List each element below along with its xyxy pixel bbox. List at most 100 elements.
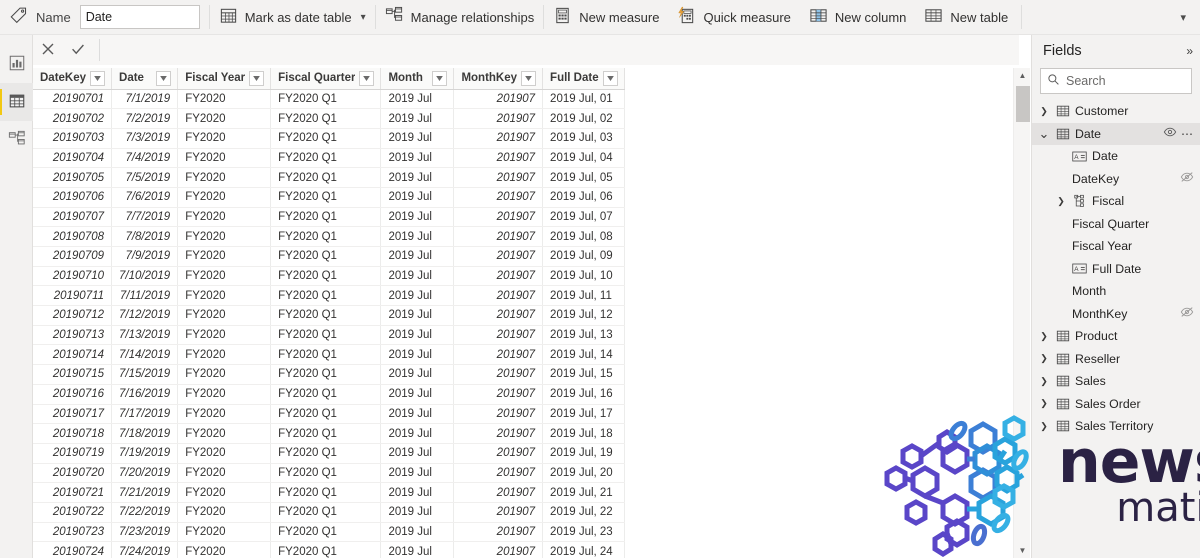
table-cell[interactable]: 201907	[453, 246, 544, 267]
grid-vertical-scrollbar[interactable]: ▲ ▼	[1013, 68, 1030, 558]
table-cell[interactable]: FY2020 Q1	[270, 443, 382, 464]
table-cell[interactable]: 201907	[453, 226, 544, 247]
table-cell[interactable]: 2019 Jul, 17	[542, 404, 625, 425]
table-cell[interactable]: FY2020	[177, 463, 272, 484]
table-cell[interactable]: 20190702	[33, 108, 113, 129]
field-item-date-datekey[interactable]: DateKey	[1032, 168, 1200, 191]
table-cell[interactable]: FY2020	[177, 89, 272, 110]
table-cell[interactable]: 201907	[453, 404, 544, 425]
table-cell[interactable]: 7/6/2019	[111, 187, 179, 208]
table-cell[interactable]: 2019 Jul	[380, 128, 455, 149]
table-cell[interactable]: FY2020	[177, 246, 272, 267]
table-cell[interactable]: 20190711	[33, 285, 113, 307]
table-cell[interactable]: 20190722	[33, 502, 113, 523]
chevron-down-icon[interactable]: ⌄	[1038, 126, 1050, 142]
table-cell[interactable]: FY2020	[177, 502, 272, 523]
table-cell[interactable]: 20190713	[33, 325, 113, 346]
table-cell[interactable]: 2019 Jul, 09	[542, 246, 625, 267]
table-cell[interactable]: 201907	[453, 541, 544, 558]
table-cell[interactable]: FY2020	[177, 482, 272, 503]
table-cell[interactable]: 20190721	[33, 482, 113, 503]
table-cell[interactable]: 2019 Jul, 04	[542, 148, 625, 169]
field-item-date-monthkey[interactable]: MonthKey	[1032, 303, 1200, 326]
table-cell[interactable]: 20190703	[33, 128, 113, 149]
table-row[interactable]: 20190708 7/8/2019 FY2020 FY2020 Q1 2019 Jul 2…	[33, 226, 625, 247]
table-cell[interactable]: 2019 Jul, 08	[542, 226, 625, 247]
table-cell[interactable]: 2019 Jul	[380, 148, 455, 169]
table-cell[interactable]: FY2020 Q1	[270, 482, 382, 503]
table-cell[interactable]: 2019 Jul	[380, 384, 455, 405]
table-cell[interactable]: 2019 Jul, 23	[542, 522, 625, 543]
field-item-date-fiscal[interactable]: ❯ Fiscal	[1032, 190, 1200, 213]
table-cell[interactable]: FY2020 Q1	[270, 384, 382, 405]
table-row[interactable]: 20190719 7/19/2019 FY2020 FY2020 Q1 2019 Jul…	[33, 443, 625, 464]
model-view-button[interactable]	[0, 121, 33, 159]
dropdown-filter-icon[interactable]	[432, 70, 448, 86]
table-cell[interactable]: 7/24/2019	[111, 541, 179, 558]
table-cell[interactable]: FY2020	[177, 364, 272, 385]
table-cell[interactable]: FY2020	[177, 305, 272, 326]
table-cell[interactable]: 7/9/2019	[111, 246, 179, 267]
table-cell[interactable]: 7/13/2019	[111, 325, 179, 346]
ribbon-expand-button[interactable]: ▾	[1174, 0, 1192, 35]
table-row[interactable]: 20190714 7/14/2019 FY2020 FY2020 Q1 2019 Jul…	[33, 344, 625, 366]
table-cell[interactable]: 201907	[453, 463, 544, 484]
table-cell[interactable]: 201907	[453, 443, 544, 464]
table-row[interactable]: 20190713 7/13/2019 FY2020 FY2020 Q1 2019 Jul…	[33, 325, 625, 346]
manage-relationships-button[interactable]: Manage relationships	[376, 3, 544, 31]
table-cell[interactable]: 2019 Jul	[380, 522, 455, 543]
table-cell[interactable]: 2019 Jul	[380, 364, 455, 385]
table-cell[interactable]: 20190716	[33, 384, 113, 405]
column-header-monthkey[interactable]: MonthKey	[453, 68, 544, 90]
table-cell[interactable]: 20190705	[33, 167, 113, 188]
table-cell[interactable]: 7/22/2019	[111, 502, 179, 523]
table-row[interactable]: 20190720 7/20/2019 FY2020 FY2020 Q1 2019 Jul…	[33, 463, 625, 484]
table-row[interactable]: 20190701 7/1/2019 FY2020 FY2020 Q1 2019 Jul 2…	[33, 89, 625, 110]
field-item-date-fq[interactable]: Fiscal Quarter	[1032, 213, 1200, 236]
table-cell[interactable]: 7/5/2019	[111, 167, 179, 188]
table-cell[interactable]: 20190723	[33, 522, 113, 543]
table-cell[interactable]: 7/23/2019	[111, 522, 179, 543]
table-cell[interactable]: FY2020 Q1	[270, 502, 382, 523]
table-row[interactable]: 20190704 7/4/2019 FY2020 FY2020 Q1 2019 Jul 2…	[33, 148, 625, 169]
field-item-customer[interactable]: ❯ Customer	[1032, 100, 1200, 123]
table-cell[interactable]: 2019 Jul, 18	[542, 423, 625, 444]
table-cell[interactable]: 2019 Jul	[380, 108, 455, 129]
table-cell[interactable]: 2019 Jul, 12	[542, 305, 625, 326]
table-cell[interactable]: 201907	[453, 187, 544, 208]
table-cell[interactable]: 2019 Jul, 16	[542, 384, 625, 405]
table-cell[interactable]: FY2020 Q1	[270, 463, 382, 484]
table-row[interactable]: 20190715 7/15/2019 FY2020 FY2020 Q1 2019 Jul…	[33, 364, 625, 385]
table-row[interactable]: 20190718 7/18/2019 FY2020 FY2020 Q1 2019 Jul…	[33, 423, 625, 444]
table-row[interactable]: 20190711 7/11/2019 FY2020 FY2020 Q1 2019 Jul…	[33, 285, 625, 307]
table-cell[interactable]: 20190707	[33, 207, 113, 228]
table-cell[interactable]: 201907	[453, 167, 544, 188]
table-cell[interactable]: 2019 Jul	[380, 226, 455, 247]
dropdown-filter-icon[interactable]	[602, 70, 618, 86]
table-cell[interactable]: 2019 Jul	[380, 285, 455, 307]
double-chevron-right-icon[interactable]: »	[1186, 44, 1193, 58]
chevron-right-icon[interactable]: ❯	[1055, 196, 1067, 207]
chevron-right-icon[interactable]: ❯	[1038, 376, 1050, 387]
table-cell[interactable]: FY2020 Q1	[270, 404, 382, 425]
table-cell[interactable]: 7/19/2019	[111, 443, 179, 464]
table-cell[interactable]: 2019 Jul, 19	[542, 443, 625, 464]
table-cell[interactable]: FY2020	[177, 207, 272, 228]
mark-as-date-table-button[interactable]: Mark as date table ▾	[210, 3, 375, 31]
hidden-eye-icon[interactable]	[1180, 306, 1194, 321]
fields-search-box[interactable]	[1040, 68, 1192, 94]
table-cell[interactable]: 201907	[453, 364, 544, 385]
table-row[interactable]: 20190712 7/12/2019 FY2020 FY2020 Q1 2019 Jul…	[33, 305, 625, 326]
table-row[interactable]: 20190724 7/24/2019 FY2020 FY2020 Q1 2019 Jul…	[33, 541, 625, 558]
table-cell[interactable]: 7/17/2019	[111, 404, 179, 425]
table-cell[interactable]: FY2020 Q1	[270, 344, 382, 366]
table-cell[interactable]: FY2020 Q1	[270, 266, 382, 287]
table-cell[interactable]: FY2020	[177, 108, 272, 129]
table-cell[interactable]: 20190718	[33, 423, 113, 444]
chevron-right-icon[interactable]: ❯	[1038, 421, 1050, 432]
table-cell[interactable]: 2019 Jul	[380, 89, 455, 110]
table-cell[interactable]: 20190717	[33, 404, 113, 425]
table-cell[interactable]: 20190710	[33, 266, 113, 287]
table-row[interactable]: 20190702 7/2/2019 FY2020 FY2020 Q1 2019 Jul 2…	[33, 108, 625, 129]
field-item-product[interactable]: ❯ Product	[1032, 325, 1200, 348]
